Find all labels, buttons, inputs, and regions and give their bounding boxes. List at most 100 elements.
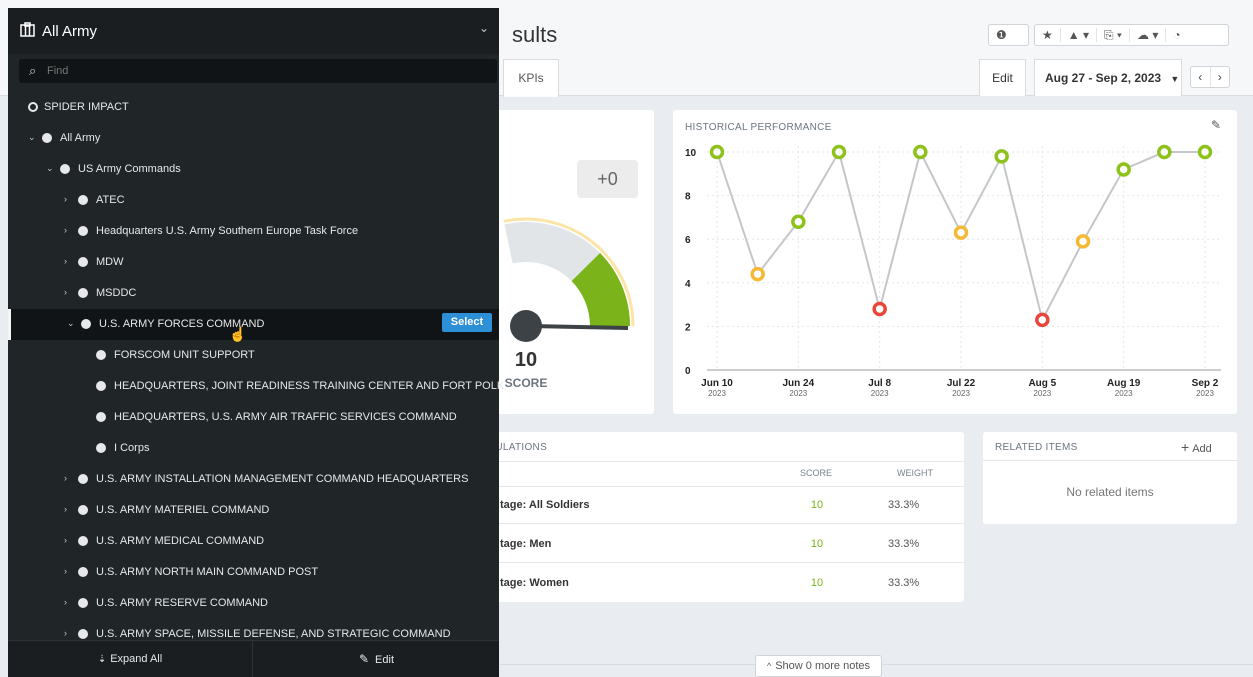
select-button[interactable]: Select: [442, 313, 492, 332]
row-score: 10: [810, 499, 824, 511]
tree-item[interactable]: › U.S. ARMY RESERVE COMMAND: [8, 588, 499, 619]
search-icon: ⌕: [29, 63, 37, 78]
tree-item[interactable]: › ATEC: [8, 185, 499, 216]
status-dot-icon: [60, 164, 70, 174]
table-row[interactable]: tage: Women 10 33.3%: [470, 564, 964, 602]
tree-item[interactable]: HEADQUARTERS, JOINT READINESS TRAINING C…: [8, 371, 504, 402]
status-dot-icon: [78, 598, 88, 608]
x-tick-label: Aug 5: [1028, 378, 1056, 389]
tree-item[interactable]: › U.S. ARMY NORTH MAIN COMMAND POST: [8, 557, 499, 588]
status-dot-icon: [96, 381, 106, 391]
divider: [983, 460, 1237, 461]
tree-item[interactable]: › U.S. ARMY INSTALLATION MANAGEMENT COMMA…: [8, 464, 499, 495]
show-more-notes-label: Show 0 more notes: [775, 660, 870, 672]
tree-item[interactable]: HEADQUARTERS, U.S. ARMY AIR TRAFFIC SERV…: [8, 402, 499, 433]
row-score: 10: [810, 538, 824, 550]
score-value: 10: [514, 349, 538, 371]
related-items-card: RELATED ITEMS + Add No related items: [983, 432, 1237, 524]
y-tick-label: 0: [685, 366, 691, 377]
panel-header[interactable]: All Army ⌄: [8, 8, 499, 54]
period-nav: ‹ ›: [1190, 66, 1230, 88]
chevron-right-icon[interactable]: ›: [64, 504, 67, 514]
scorecard-tree-panel: All Army ⌄ ⌕ SPIDER IMPACT ⌄ All Army ⌄ US A…: [8, 8, 504, 677]
tree-item[interactable]: › MSDDC: [8, 278, 499, 309]
history-icon[interactable]: ◔: [1166, 28, 1187, 42]
tree-item[interactable]: SPIDER IMPACT: [8, 92, 499, 123]
tree-item[interactable]: ⌄ All Army: [8, 123, 499, 154]
tree-item[interactable]: › Headquarters U.S. Army Southern Europe …: [8, 216, 499, 247]
tree-item[interactable]: › MDW: [8, 247, 499, 278]
export-icon[interactable]: ⎘ ▾: [1097, 28, 1130, 42]
expand-all-label: Expand All: [110, 653, 163, 665]
status-dot-icon: [96, 350, 106, 360]
next-period-button[interactable]: ›: [1211, 67, 1230, 87]
row-name: tage: Women: [500, 577, 569, 589]
chevron-down-icon[interactable]: ⌄: [46, 163, 54, 174]
row-name: tage: Men: [500, 538, 552, 550]
tree-item-label: I Corps: [114, 442, 150, 454]
cloud-icon[interactable]: ☁ ▾: [1130, 28, 1167, 42]
chevron-down-icon[interactable]: ⌄: [28, 132, 36, 143]
show-more-notes-button[interactable]: ^ Show 0 more notes: [755, 655, 882, 677]
expand-all-button[interactable]: ⇣ Expand All: [8, 641, 253, 677]
tab-kpis[interactable]: KPIs: [503, 59, 559, 97]
tree-item-label: U.S. ARMY RESERVE COMMAND: [96, 597, 268, 609]
status-dot-icon: [78, 505, 88, 515]
tree-edit-button[interactable]: ✎ Edit: [254, 641, 499, 677]
historical-chart: 0246810Jun 102023Jun 242023Jul 82023Jul …: [685, 144, 1221, 398]
star-icon[interactable]: ★: [1035, 28, 1061, 42]
row-name: tage: All Soldiers: [500, 499, 590, 511]
status-dot-icon: [96, 443, 106, 453]
x-tick-label: Aug 19: [1107, 378, 1141, 389]
row-weight: 33.3%: [888, 538, 920, 550]
chevron-down-icon[interactable]: ⌄: [479, 21, 489, 35]
y-tick-label: 10: [685, 148, 697, 159]
prev-period-button[interactable]: ‹: [1191, 67, 1211, 87]
chevron-down-icon: ▼: [1170, 74, 1180, 84]
tree-item[interactable]: FORSCOM UNIT SUPPORT: [8, 340, 499, 371]
x-tick-year-label: 2023: [1196, 389, 1214, 398]
chevron-right-icon[interactable]: ›: [64, 256, 67, 266]
chevron-right-icon[interactable]: ›: [64, 535, 67, 545]
search-input[interactable]: [47, 62, 467, 80]
tree-item-label: U.S. ARMY SPACE, MISSILE DEFENSE, AND ST…: [96, 628, 451, 640]
tree-item-label: U.S. ARMY NORTH MAIN COMMAND POST: [96, 566, 319, 578]
no-related-items-text: No related items: [1066, 485, 1154, 499]
score-label: SCORE: [504, 376, 548, 390]
tree-item-label: MSDDC: [96, 287, 137, 299]
tree-item-label: US Army Commands: [78, 163, 181, 175]
tree-item[interactable]: ⌄ U.S. ARMY FORCES COMMAND Select: [8, 309, 499, 340]
chevron-right-icon[interactable]: ›: [64, 628, 67, 638]
score-column-header: SCORE: [800, 468, 833, 478]
date-range-select[interactable]: Aug 27 - Sep 2, 2023 ▼: [1034, 59, 1182, 96]
table-row[interactable]: tage: All Soldiers 10 33.3%: [470, 486, 964, 524]
row-score: 10: [810, 577, 824, 589]
alert-icon[interactable]: ▲ ▾: [1061, 28, 1097, 42]
info-icon[interactable]: ❶: [989, 28, 1014, 42]
table-row[interactable]: tage: Men 10 33.3%: [470, 525, 964, 563]
chevron-right-icon[interactable]: ›: [64, 473, 67, 483]
status-dot-icon: [81, 319, 91, 329]
chevron-right-icon[interactable]: ›: [64, 597, 67, 607]
tree-item[interactable]: › U.S. ARMY MEDICAL COMMAND: [8, 526, 499, 557]
tree-item[interactable]: › U.S. ARMY MATERIEL COMMAND: [8, 495, 499, 526]
chevron-right-icon[interactable]: ›: [64, 287, 67, 297]
search-box: ⌕: [19, 59, 497, 83]
chevron-right-icon[interactable]: ›: [64, 225, 67, 235]
chevron-right-icon[interactable]: ›: [64, 194, 67, 204]
tree-item[interactable]: ⌄ US Army Commands: [8, 154, 499, 185]
org-chart-icon: [20, 22, 35, 37]
x-tick-year-label: 2023: [1115, 389, 1133, 398]
chevron-down-icon[interactable]: ⌄: [67, 318, 75, 329]
x-tick-year-label: 2023: [708, 389, 726, 398]
add-related-button[interactable]: + Add: [1181, 439, 1212, 455]
panel-footer: ⇣ Expand All ✎ Edit: [8, 640, 499, 677]
x-tick-year-label: 2023: [789, 389, 807, 398]
data-point: [913, 144, 928, 160]
expand-icon: ⇣: [97, 654, 107, 665]
edit-button[interactable]: Edit: [979, 59, 1026, 96]
info-toolbar-group[interactable]: ❶: [988, 24, 1029, 46]
tree-item[interactable]: I Corps: [8, 433, 499, 464]
chevron-right-icon[interactable]: ›: [64, 566, 67, 576]
panel-title: All Army: [42, 23, 98, 40]
